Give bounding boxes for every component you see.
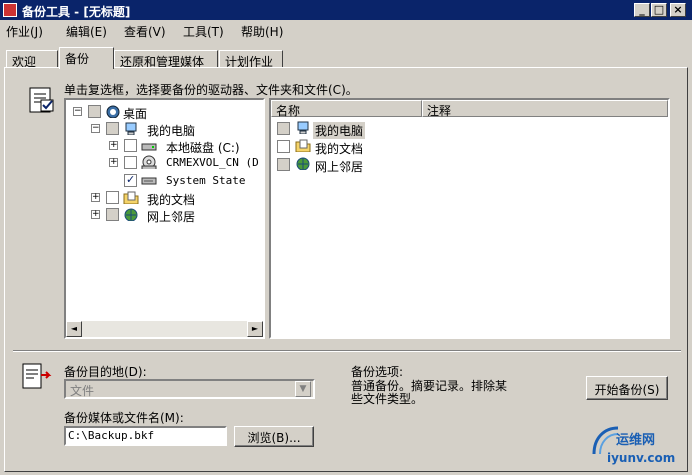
tree-checkbox-network[interactable]: [106, 208, 119, 221]
network-icon: [296, 157, 310, 170]
menu-tools[interactable]: 工具(T): [183, 23, 224, 40]
computer-icon: [297, 121, 309, 134]
minimize-button[interactable]: _: [634, 3, 650, 17]
scroll-right-button[interactable]: ►: [247, 321, 263, 337]
scroll-left-button[interactable]: ◄: [66, 321, 82, 337]
maximize-button[interactable]: □: [651, 3, 667, 17]
tab-backup[interactable]: 备份: [59, 47, 114, 69]
options-text-line2: 些文件类型。: [351, 392, 424, 406]
menu-bar: 作业(J) 编辑(E) 查看(V) 工具(T) 帮助(H): [0, 20, 692, 40]
menu-help[interactable]: 帮助(H): [241, 23, 283, 40]
browse-button[interactable]: 浏览(B)...: [234, 426, 314, 447]
backup-panel: 单击复选框，选择要备份的驱动器、文件夹和文件(C)。 − 桌面 − 我的电脑 +…: [4, 67, 688, 472]
file-list[interactable]: 名称 注释 我的电脑 我的文档 网上邻居: [269, 98, 670, 339]
tree-label-my-computer[interactable]: 我的电脑: [147, 122, 195, 139]
app-icon: [3, 3, 17, 17]
tab-restore[interactable]: 还原和管理媒体: [114, 50, 218, 69]
tree-checkbox-my-computer[interactable]: [106, 122, 119, 135]
list-item-network[interactable]: 网上邻居: [315, 158, 363, 175]
menu-edit[interactable]: 编辑(E): [66, 23, 107, 40]
list-item-my-documents[interactable]: 我的文档: [315, 140, 363, 157]
list-item-my-computer[interactable]: 我的电脑: [313, 122, 366, 139]
desktop-icon: [106, 105, 120, 118]
media-input[interactable]: C:\Backup.bkf: [64, 426, 227, 446]
list-checkbox-my-documents[interactable]: [277, 140, 290, 153]
tree-label-my-documents[interactable]: 我的文档: [147, 191, 195, 208]
tree-expand-icon[interactable]: +: [109, 141, 118, 150]
tree-label-desktop[interactable]: 桌面: [123, 105, 148, 122]
watermark-text-bottom: iyunv.com: [607, 451, 676, 465]
tree-collapse-icon[interactable]: −: [91, 124, 100, 133]
column-header-name[interactable]: 名称: [271, 100, 422, 118]
tree-expand-icon[interactable]: +: [91, 210, 100, 219]
start-backup-button[interactable]: 开始备份(S): [586, 376, 668, 400]
backup-wizard-icon: [29, 87, 54, 113]
tree-checkbox-cdrom[interactable]: [124, 156, 137, 169]
chevron-down-icon[interactable]: ▼: [295, 381, 311, 397]
tree-scrollbar[interactable]: ◄ ►: [66, 321, 263, 337]
tree-expand-icon[interactable]: +: [109, 158, 118, 167]
tree-checkbox-desktop[interactable]: [88, 105, 101, 118]
close-button[interactable]: ×: [670, 3, 686, 17]
tab-schedule[interactable]: 计划作业: [219, 50, 283, 69]
tree-expand-icon[interactable]: +: [91, 193, 100, 202]
media-label: 备份媒体或文件名(M):: [64, 411, 184, 425]
instruction-text: 单击复选框，选择要备份的驱动器、文件夹和文件(C)。: [64, 83, 358, 97]
tree-checkbox-my-documents[interactable]: [106, 191, 119, 204]
tab-welcome[interactable]: 欢迎: [6, 50, 58, 69]
tree-label-cdrom[interactable]: CRMEXVOL_CN (D: [166, 156, 259, 169]
watermark-text-top: 运维网: [616, 433, 656, 448]
destination-label: 备份目的地(D):: [64, 365, 147, 379]
documents-icon: [295, 139, 311, 152]
destination-select[interactable]: 文件 ▼: [64, 379, 315, 399]
documents-icon: [123, 191, 139, 204]
tab-strip: 欢迎 备份 还原和管理媒体 计划作业: [0, 44, 692, 69]
tree-label-local-disk[interactable]: 本地磁盘 (C:): [166, 139, 240, 156]
tree-label-system-state[interactable]: System State: [166, 174, 245, 187]
menu-view[interactable]: 查看(V): [124, 23, 166, 40]
cdrom-icon: [141, 155, 157, 169]
computer-icon: [125, 122, 137, 135]
window-title: 备份工具 - [无标题]: [22, 5, 131, 19]
destination-value: 文件: [70, 384, 95, 398]
tree-checkbox-system-state[interactable]: ✓: [124, 174, 137, 187]
backup-destination-icon: [22, 363, 52, 389]
disk-icon: [141, 143, 157, 151]
network-icon: [124, 208, 138, 221]
divider: [13, 350, 681, 352]
tree-checkbox-local-disk[interactable]: [124, 139, 137, 152]
list-checkbox-my-computer[interactable]: [277, 122, 290, 135]
list-checkbox-network[interactable]: [277, 158, 290, 171]
title-bar[interactable]: 备份工具 - [无标题] _ □ ×: [0, 0, 692, 20]
tree-label-network[interactable]: 网上邻居: [147, 208, 195, 225]
tree-collapse-icon[interactable]: −: [73, 107, 82, 116]
media-input-value: C:\Backup.bkf: [68, 429, 155, 442]
system-state-icon: [141, 177, 157, 185]
column-header-comment[interactable]: 注释: [422, 100, 668, 118]
menu-job[interactable]: 作业(J): [6, 23, 43, 40]
folder-tree[interactable]: − 桌面 − 我的电脑 + 本地磁盘 (C:) + CRMEXVOL_CN (D…: [64, 98, 265, 339]
